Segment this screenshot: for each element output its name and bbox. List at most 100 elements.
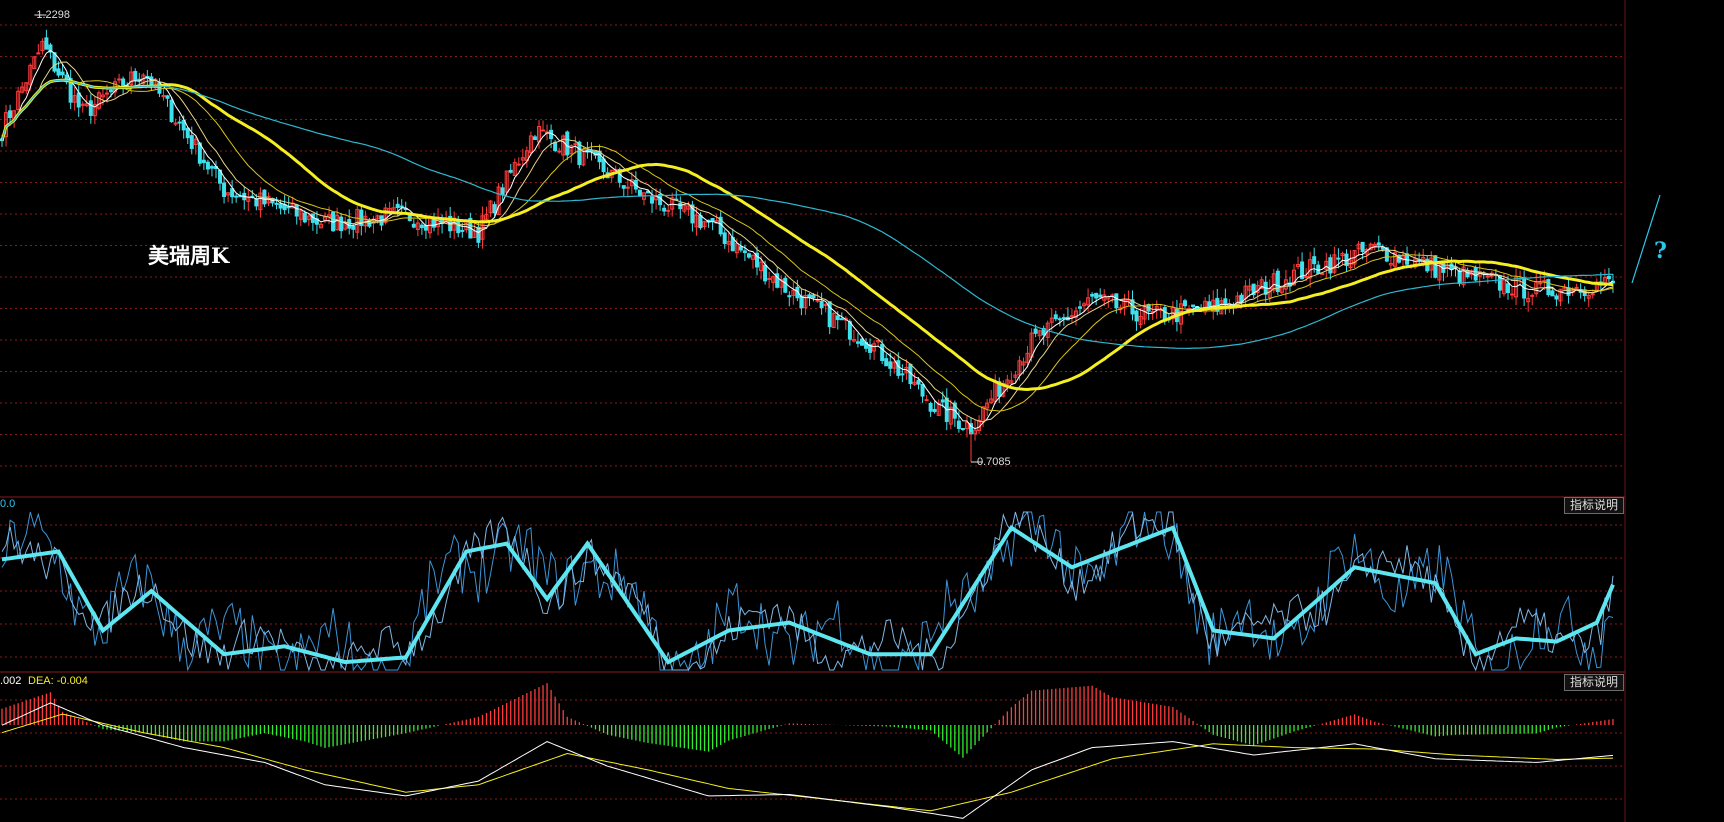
candle-body (637, 189, 642, 197)
candle-body (553, 141, 558, 152)
candle-body (254, 198, 259, 207)
candle-body (1433, 255, 1438, 278)
candle-body (1078, 306, 1083, 309)
candle-body (1304, 275, 1309, 278)
candle-body (52, 52, 57, 72)
candle-body (234, 195, 239, 198)
candle-body (492, 204, 497, 214)
candle-body (1485, 275, 1490, 278)
candle-body (847, 321, 852, 340)
candle-body (1114, 293, 1119, 309)
candle-body (884, 358, 889, 367)
candle-body (508, 169, 513, 173)
candle-body (896, 360, 901, 376)
candle-body (557, 150, 562, 153)
candle-body (819, 300, 824, 309)
candle-body (88, 100, 93, 116)
dif-line (1, 702, 1614, 819)
indicator-help-button[interactable]: 指标说明 (1563, 497, 1624, 514)
candle-body (1061, 317, 1066, 320)
candle-body (286, 206, 291, 209)
candle-body (1182, 300, 1187, 307)
candle-body (1473, 267, 1478, 281)
candle-body (476, 226, 481, 243)
candle-body (1505, 283, 1510, 294)
candle-body (1360, 241, 1365, 253)
chart-title: 美瑞周K (148, 243, 230, 268)
candle-body (1550, 290, 1555, 297)
candle-body (282, 204, 287, 211)
candle-body (278, 203, 283, 209)
candle-body (460, 229, 465, 232)
candle-body (573, 143, 578, 146)
ma40-line (0, 78, 1614, 392)
candle-body (565, 131, 570, 156)
candle-body (1090, 293, 1095, 297)
candle-body (666, 209, 671, 212)
candle-body (621, 185, 626, 189)
candle-body (1510, 293, 1515, 296)
candle-body (1449, 263, 1454, 271)
candle-body (787, 295, 792, 298)
candle-body (807, 294, 812, 298)
candle-body (746, 253, 751, 258)
candle-body (1328, 257, 1333, 274)
candle-body (201, 159, 206, 164)
candle-body (815, 299, 820, 302)
candle-body (76, 92, 81, 108)
candle-body (799, 295, 804, 309)
candle-body (1538, 282, 1543, 285)
candle-body (456, 220, 461, 234)
candle-body (347, 219, 352, 229)
candle-body (205, 161, 210, 170)
candle-body (900, 373, 905, 376)
candle-body (811, 294, 816, 299)
candle-body (763, 264, 768, 282)
candle-body (924, 399, 929, 402)
candle-body (516, 163, 521, 166)
candle-body (625, 186, 630, 189)
candle-body (1574, 286, 1579, 289)
candle-body (209, 166, 214, 169)
candle-body (189, 135, 194, 149)
high-price-label: 1.2298 (36, 9, 71, 21)
candle-body (222, 182, 227, 197)
candle-body (532, 136, 537, 141)
candle-body (1530, 294, 1535, 297)
candle-body (274, 202, 279, 205)
candle-body (541, 129, 546, 132)
candle-body (1053, 314, 1058, 320)
candle-body (928, 403, 933, 412)
candle-body (722, 232, 727, 245)
candle-body (678, 202, 683, 210)
candle-body (1316, 264, 1321, 274)
candle-body (339, 216, 344, 232)
candle-body (710, 217, 715, 222)
low-price-label: 0.7085 (977, 456, 1011, 468)
candle-body (185, 127, 190, 139)
candle-body (839, 318, 844, 321)
ma10-line (1, 61, 1614, 423)
question-mark-annotation: ? (1654, 238, 1667, 264)
candle-body (1094, 292, 1099, 299)
candle-body (650, 196, 655, 204)
candle-body (1554, 295, 1559, 300)
candle-body (1336, 257, 1341, 260)
osc-main-line (1, 525, 1615, 665)
indicator-left-value: 0.0 (0, 498, 16, 510)
candle-body (1312, 256, 1317, 265)
candle-body (133, 70, 138, 81)
candle-body (1033, 328, 1038, 334)
candle-body (165, 95, 170, 99)
candle-body (1223, 298, 1228, 305)
candle-body (302, 212, 307, 223)
candle-body (698, 215, 703, 229)
candle-body (880, 343, 885, 362)
candle-body (932, 408, 937, 413)
candle-body (117, 78, 122, 81)
candle-body (783, 277, 788, 293)
candle-body (411, 223, 416, 228)
macd-dea-label: DEA: -0.004 (28, 675, 88, 687)
macd-help-button[interactable]: 指标说明 (1563, 674, 1624, 691)
candle-body (1376, 242, 1381, 246)
